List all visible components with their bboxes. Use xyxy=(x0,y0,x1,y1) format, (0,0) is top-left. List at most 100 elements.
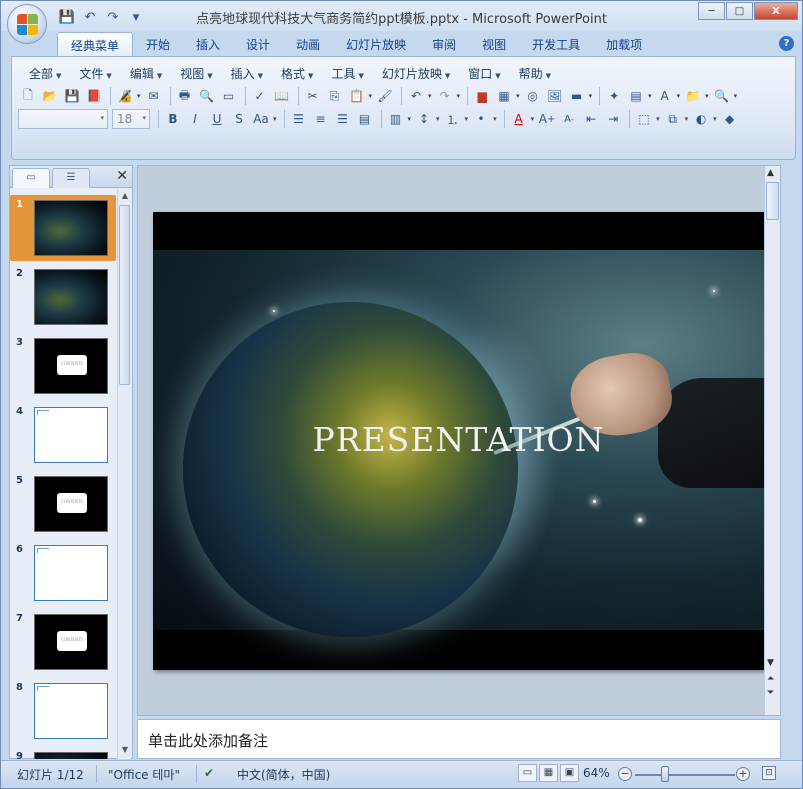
slide-title[interactable]: PRESENTATION xyxy=(153,420,764,459)
office-button[interactable] xyxy=(7,4,47,44)
tab-slides[interactable]: ▭ xyxy=(12,168,50,188)
save-as-pdf-icon[interactable]: 📕 xyxy=(84,86,104,106)
font-color-icon[interactable]: A xyxy=(509,109,529,129)
underline-icon[interactable]: U xyxy=(207,109,227,129)
menu-item[interactable]: 视图 ▼ xyxy=(171,63,221,82)
font-name-combo[interactable]: ▾ xyxy=(18,109,108,129)
permission-icon[interactable]: 🔏 xyxy=(115,86,135,106)
scroll-up-icon[interactable]: ▲ xyxy=(767,168,774,178)
tab-8[interactable]: 开发工具 xyxy=(519,32,593,56)
tab-6[interactable]: 审阅 xyxy=(419,32,469,56)
redo-icon[interactable]: ↷ xyxy=(435,86,455,106)
previous-slide-icon[interactable]: ⏶ xyxy=(767,674,774,684)
thumbnail-scrollbar[interactable]: ▲ ▼ xyxy=(117,189,131,759)
notes-pane[interactable]: 单击此处添加备注 xyxy=(137,719,781,759)
slide-thumbnail[interactable]: CONTENTS xyxy=(34,338,108,394)
clip-art-icon[interactable]: ◎ xyxy=(523,86,543,106)
grow-font-icon[interactable]: A + xyxy=(537,109,557,129)
scroll-down-icon[interactable]: ▼ xyxy=(767,658,774,668)
find-icon[interactable]: 🔍 xyxy=(712,86,732,106)
font-size-combo[interactable]: 18 ▾ xyxy=(112,109,150,129)
theme-name[interactable]: "Office 테마" xyxy=(108,766,180,783)
zoom-level[interactable]: 64% xyxy=(583,766,610,780)
slide-thumbnail-item[interactable]: 8 xyxy=(10,678,116,744)
language-indicator[interactable]: 中文(简体，中国) xyxy=(237,766,330,783)
menu-item[interactable]: 工具 ▼ xyxy=(322,63,372,82)
menu-item[interactable]: 全部 ▼ xyxy=(20,63,70,82)
tab-0[interactable]: 经典菜单 xyxy=(57,32,134,56)
print-icon[interactable]: 🖶 xyxy=(175,86,195,106)
menu-item[interactable]: 幻灯片放映 ▼ xyxy=(373,63,459,82)
slide-thumbnail[interactable] xyxy=(34,200,108,256)
research-icon[interactable]: 📖 xyxy=(272,86,292,106)
slide-thumbnail-item[interactable]: 1 xyxy=(10,195,116,261)
numbering-icon[interactable]: ⒈ xyxy=(443,109,463,129)
decrease-indent-icon[interactable]: ⇤ xyxy=(581,109,601,129)
bullets-icon[interactable]: • xyxy=(471,109,491,129)
insert-table-icon[interactable]: ▦ xyxy=(494,86,514,106)
close-button[interactable]: X xyxy=(754,2,798,20)
cut-icon[interactable]: ✂ xyxy=(303,86,323,106)
increase-indent-icon[interactable]: ⇥ xyxy=(603,109,623,129)
justify-icon[interactable]: ▤ xyxy=(355,109,375,129)
new-icon[interactable]: 🗋 xyxy=(18,86,38,106)
shape-fill-icon[interactable]: ◆ xyxy=(720,109,740,129)
quick-styles-icon[interactable]: ◐ xyxy=(691,109,711,129)
slide-thumbnail-item[interactable]: 5 CONTENTS xyxy=(10,471,116,537)
menu-item[interactable]: 插入 ▼ xyxy=(222,63,272,82)
spellcheck-icon[interactable]: ✔ xyxy=(204,766,214,780)
slide-thumbnail[interactable]: CONTENTS xyxy=(34,476,108,532)
next-slide-icon[interactable]: ⏷ xyxy=(767,688,774,698)
align-right-icon[interactable]: ☰ xyxy=(333,109,353,129)
slide-thumbnail[interactable] xyxy=(34,269,108,325)
align-center-icon[interactable]: ≡ xyxy=(311,109,331,129)
line-spacing-icon[interactable]: ↕ xyxy=(414,109,434,129)
tab-4[interactable]: 动画 xyxy=(283,32,333,56)
shrink-font-icon[interactable]: A- xyxy=(559,109,579,129)
bold-icon[interactable]: B xyxy=(163,109,183,129)
slide-thumbnail-item[interactable]: 2 xyxy=(10,264,116,330)
folder-icon[interactable]: 📁 xyxy=(683,86,703,106)
align-left-icon[interactable]: ☰ xyxy=(289,109,309,129)
scrollbar-thumb[interactable] xyxy=(766,182,779,220)
new-slide-icon[interactable]: ✦ xyxy=(604,86,624,106)
slide-thumbnail-item[interactable]: 9 xyxy=(10,747,116,759)
current-slide[interactable]: PRESENTATION xyxy=(153,212,764,670)
layout-icon[interactable]: ▤ xyxy=(626,86,646,106)
arrange-icon[interactable]: ⧉ xyxy=(663,109,683,129)
shapes-icon[interactable]: ⬚ xyxy=(634,109,654,129)
insert-picture-icon[interactable]: 🖼 xyxy=(545,86,565,106)
slide-thumbnail-item[interactable]: 7 CONTENTS xyxy=(10,609,116,675)
tab-9[interactable]: 加载项 xyxy=(593,32,655,56)
menu-item[interactable]: 窗口 ▼ xyxy=(459,63,509,82)
slide-thumbnail-item[interactable]: 6 xyxy=(10,540,116,606)
close-pane-icon[interactable]: ✕ xyxy=(116,168,128,184)
format-painter-icon[interactable]: 🖌 xyxy=(375,86,395,106)
tab-5[interactable]: 幻灯片放映 xyxy=(333,32,419,56)
slide-scrollbar[interactable]: ▲ ▼ ⏶ ⏷ xyxy=(764,166,780,715)
menu-item[interactable]: 文件 ▼ xyxy=(70,63,120,82)
print-preview-icon[interactable]: 🔍 xyxy=(197,86,217,106)
zoom-in-icon[interactable]: + xyxy=(736,767,750,781)
zoom-out-icon[interactable]: − xyxy=(618,767,632,781)
tab-1[interactable]: 开始 xyxy=(133,32,183,56)
slide-thumbnail[interactable]: CONTENTS xyxy=(34,614,108,670)
save-icon[interactable]: 💾 xyxy=(62,86,82,106)
help-icon[interactable]: ? xyxy=(779,36,794,51)
undo-icon[interactable]: ↶ xyxy=(406,86,426,106)
slide-thumbnail[interactable] xyxy=(34,545,108,601)
columns-icon[interactable]: ▥ xyxy=(386,109,406,129)
tab-2[interactable]: 插入 xyxy=(183,32,233,56)
textbox-icon[interactable]: A xyxy=(655,86,675,106)
slide-thumbnail[interactable] xyxy=(34,752,108,759)
menu-item[interactable]: 格式 ▼ xyxy=(272,63,322,82)
tab-7[interactable]: 视图 xyxy=(469,32,519,56)
slide-sorter-icon[interactable]: ▦ xyxy=(539,764,558,782)
scrollbar-thumb[interactable] xyxy=(119,205,130,385)
notes-placeholder[interactable]: 单击此处添加备注 xyxy=(148,730,268,751)
fit-to-window-icon[interactable]: ⊡ xyxy=(762,766,776,780)
menu-item[interactable]: 编辑 ▼ xyxy=(121,63,171,82)
slide-thumbnail[interactable] xyxy=(34,683,108,739)
scroll-up-icon[interactable]: ▲ xyxy=(120,191,130,203)
zoom-slider-handle[interactable] xyxy=(661,766,669,782)
